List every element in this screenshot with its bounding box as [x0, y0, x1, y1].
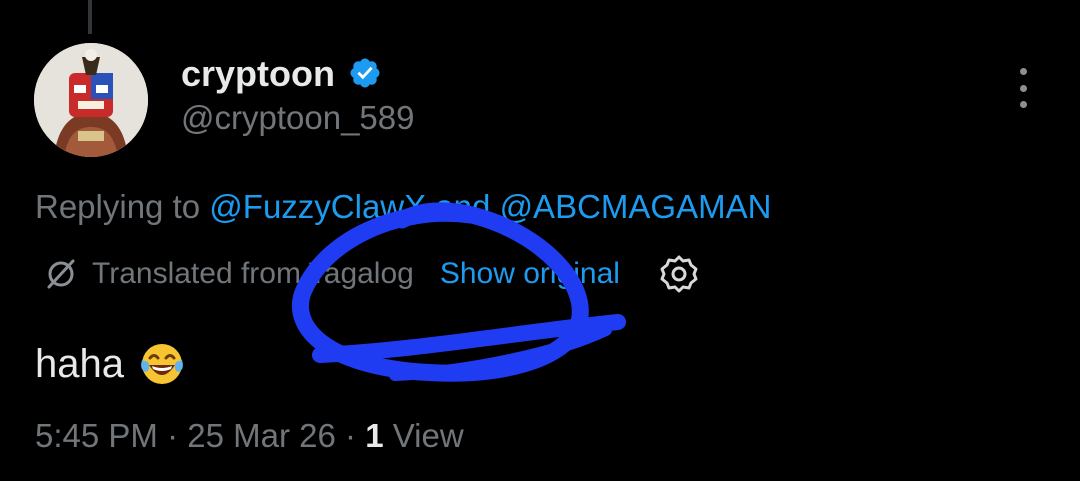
separator-dot: · — [167, 417, 179, 454]
view-count: 1 — [365, 417, 384, 454]
more-icon — [1019, 68, 1027, 75]
separator-dot: · — [345, 417, 357, 454]
verified-badge-icon — [350, 58, 380, 88]
replying-to: Replying to @FuzzyClawX and @ABCMAGAMAN — [35, 188, 771, 226]
more-options-button[interactable] — [1006, 68, 1040, 108]
tweet-meta: 5:45 PM · 25 Mar 26 · 1 View — [35, 417, 464, 455]
mention-link[interactable]: @ABCMAGAMAN — [500, 188, 772, 225]
display-name[interactable]: cryptoon — [181, 53, 335, 95]
tweet-date[interactable]: 25 Mar 26 — [187, 417, 336, 454]
scribble-annotation — [292, 202, 626, 382]
tweet-time[interactable]: 5:45 PM — [35, 417, 158, 454]
tweet-text: haha — [35, 340, 186, 388]
mention-joiner: and — [435, 188, 491, 225]
view-label: View — [392, 417, 464, 454]
translation-bar: Translated from Tagalog Show original — [44, 254, 700, 294]
thread-connector-line — [88, 0, 92, 34]
gear-icon[interactable] — [658, 253, 700, 295]
mention-link[interactable]: @FuzzyClawX — [209, 188, 426, 225]
show-original-link[interactable]: Show original — [440, 257, 620, 291]
tweet-body: haha — [35, 341, 124, 386]
avatar[interactable] — [34, 43, 148, 157]
translate-globe-icon — [47, 259, 75, 289]
handle[interactable]: @cryptoon_589 — [181, 99, 414, 137]
laughing-tears-emoji-icon — [141, 344, 183, 384]
translated-from-label: Translated from Tagalog — [92, 257, 414, 290]
replying-to-label: Replying to — [35, 188, 201, 225]
